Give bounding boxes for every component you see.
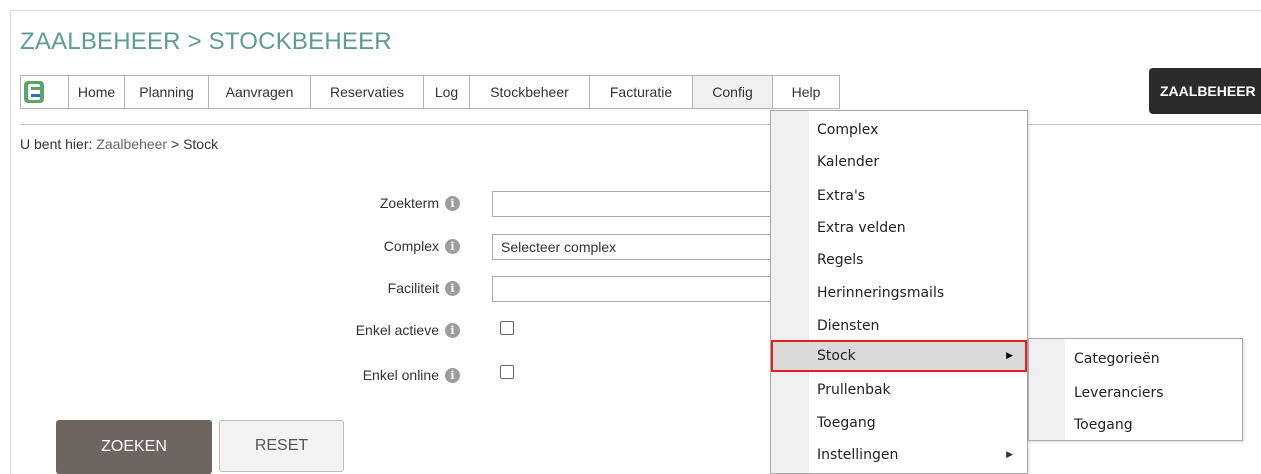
menu-item-label: Herinneringsmails	[817, 285, 945, 301]
menu-item-complex[interactable]: Complex	[771, 114, 1027, 146]
menu-item-label: Extra velden	[817, 220, 906, 236]
chevron-right-icon: ▶	[1006, 351, 1013, 361]
zoekterm-label-cell: Zoekterm i	[0, 190, 460, 218]
page-title: ZAALBEHEER > STOCKBEHEER	[20, 28, 392, 55]
user-menu-button[interactable]: ZAALBEHEER	[1149, 68, 1261, 114]
zoekterm-input[interactable]	[492, 191, 782, 217]
enkel-actieve-checkbox[interactable]	[500, 321, 514, 335]
nav-home[interactable]: Home	[69, 76, 125, 108]
info-icon[interactable]: i	[445, 238, 460, 254]
breadcrumb-prefix: U bent hier:	[20, 136, 97, 152]
enkel-online-label-text: Enkel online	[362, 367, 439, 383]
submenu-item-label: Leveranciers	[1074, 385, 1164, 401]
zoekterm-label: Zoekterm i	[380, 195, 460, 211]
complex-select[interactable]: Selecteer complex	[492, 234, 782, 260]
main-navbar: Home Planning Aanvragen Reservaties Log …	[20, 75, 840, 109]
menu-item-label: Instellingen	[817, 447, 899, 463]
nav-help[interactable]: Help	[773, 76, 839, 108]
menu-item-herinneringsmails[interactable]: Herinneringsmails	[771, 277, 1027, 309]
nav-log[interactable]: Log	[424, 76, 470, 108]
nav-stockbeheer[interactable]: Stockbeheer	[470, 76, 590, 108]
info-icon[interactable]: i	[445, 322, 460, 338]
reset-button[interactable]: RESET	[219, 420, 344, 472]
menu-item-label: Complex	[817, 122, 879, 138]
info-icon[interactable]: i	[445, 367, 460, 383]
enkel-online-checkbox[interactable]	[500, 365, 514, 379]
breadcrumb-separator: >	[167, 136, 184, 152]
submenu-item-toegang[interactable]: Toegang	[1029, 409, 1242, 441]
breadcrumb: U bent hier: Zaalbeheer > Stock	[20, 136, 218, 152]
menu-item-instellingen[interactable]: Instellingen ▶	[771, 439, 1027, 471]
nav-reservaties[interactable]: Reservaties	[311, 76, 424, 108]
enkel-actieve-label: Enkel actieve i	[356, 322, 460, 338]
menu-item-regels[interactable]: Regels	[771, 244, 1027, 276]
chevron-right-icon: ▶	[1006, 450, 1013, 460]
complex-label: Complex i	[384, 238, 460, 254]
menu-item-kalender[interactable]: Kalender	[771, 146, 1027, 178]
nav-facturatie[interactable]: Facturatie	[590, 76, 693, 108]
nav-divider	[20, 124, 770, 125]
menu-item-label: Extra's	[817, 188, 866, 204]
config-dropdown-menu: Complex Kalender Extra's Extra velden Re…	[770, 110, 1028, 474]
submenu-item-label: Categorieën	[1074, 351, 1160, 367]
submenu-item-categorieen[interactable]: Categorieën	[1029, 343, 1242, 375]
faciliteit-input[interactable]	[492, 276, 782, 302]
zoekterm-label-text: Zoekterm	[379, 195, 439, 211]
faciliteit-label: Faciliteit i	[388, 280, 460, 296]
stock-submenu: Categorieën Leveranciers Toegang	[1028, 338, 1243, 441]
info-icon[interactable]: i	[445, 195, 460, 211]
enkel-actieve-label-text: Enkel actieve	[355, 322, 439, 338]
nav-divider-right	[1028, 124, 1261, 125]
menu-item-label: Stock	[817, 348, 856, 364]
menu-item-label: Diensten	[817, 318, 880, 334]
info-icon[interactable]: i	[445, 280, 460, 296]
menu-item-label: Toegang	[817, 415, 876, 431]
faciliteit-label-cell: Faciliteit i	[0, 275, 460, 303]
menu-item-label: Prullenbak	[817, 382, 891, 398]
menu-item-stock[interactable]: Stock ▶	[771, 340, 1027, 372]
enkel-online-label-cell: Enkel online i	[0, 362, 460, 390]
menu-item-prullenbak[interactable]: Prullenbak	[771, 374, 1027, 406]
menu-item-label: Regels	[817, 252, 864, 268]
nav-planning[interactable]: Planning	[125, 76, 209, 108]
menu-item-label: Kalender	[817, 154, 880, 170]
nav-config[interactable]: Config	[693, 76, 773, 108]
submenu-item-label: Toegang	[1074, 417, 1133, 433]
breadcrumb-current: Stock	[183, 136, 219, 152]
faciliteit-label-text: Faciliteit	[387, 280, 439, 296]
complex-label-cell: Complex i	[0, 233, 460, 261]
menu-item-toegang[interactable]: Toegang	[771, 407, 1027, 439]
complex-label-text: Complex	[383, 238, 439, 254]
menu-item-diensten[interactable]: Diensten	[771, 310, 1027, 342]
enkel-actieve-label-cell: Enkel actieve i	[0, 317, 460, 345]
breadcrumb-link-zaalbeheer[interactable]: Zaalbeheer	[96, 136, 167, 152]
zoeken-button[interactable]: ZOEKEN	[56, 420, 212, 474]
nav-aanvragen[interactable]: Aanvragen	[209, 76, 311, 108]
enkel-online-label: Enkel online i	[363, 367, 460, 383]
menu-item-extras[interactable]: Extra's	[771, 180, 1027, 212]
submenu-item-leveranciers[interactable]: Leveranciers	[1029, 377, 1242, 409]
app-logo-icon[interactable]	[21, 76, 69, 108]
menu-item-extra-velden[interactable]: Extra velden	[771, 212, 1027, 244]
